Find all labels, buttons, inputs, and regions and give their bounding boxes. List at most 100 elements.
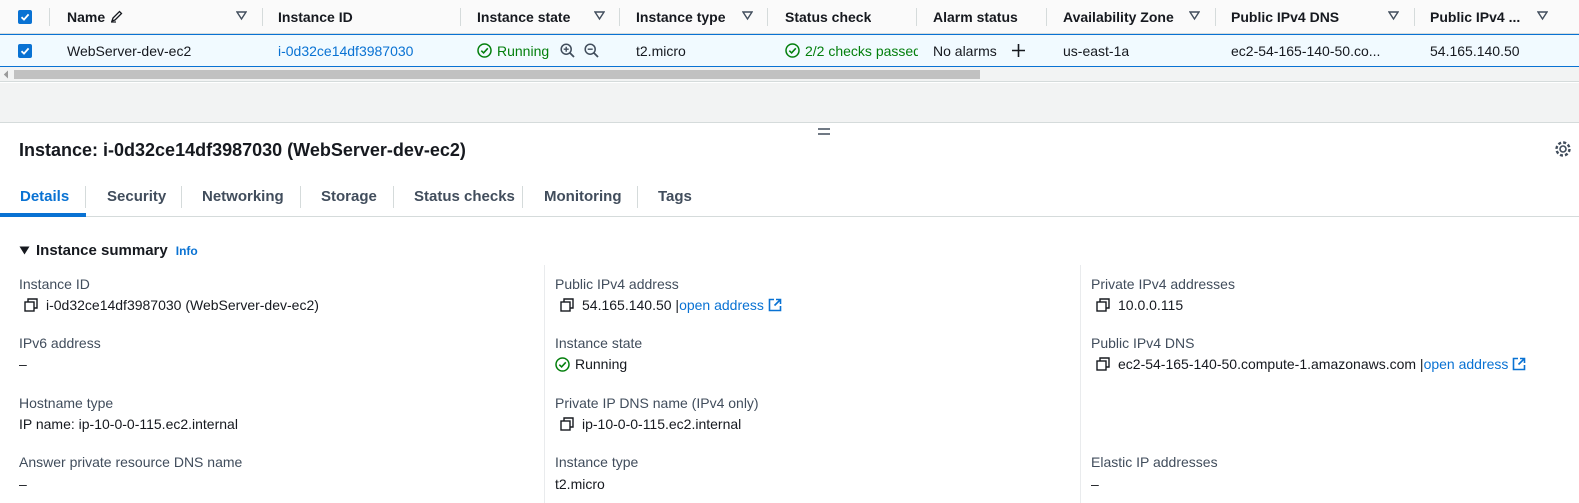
row-checkbox[interactable] xyxy=(18,35,32,66)
copy-icon[interactable] xyxy=(1096,298,1110,312)
elastic-ip-value: – xyxy=(1091,476,1099,492)
tab-monitoring[interactable]: Monitoring xyxy=(544,176,621,217)
gear-icon[interactable] xyxy=(1554,140,1572,158)
sort-icon[interactable] xyxy=(594,10,605,21)
tab-status-checks[interactable]: Status checks xyxy=(414,176,515,217)
table-header: Name Instance ID Instance state Instance… xyxy=(0,0,1579,34)
private-dns-label: Private IP DNS name (IPv4 only) xyxy=(555,395,759,411)
copy-icon[interactable] xyxy=(24,298,38,312)
column-header-label: Instance ID xyxy=(278,8,353,25)
instance-id-link[interactable]: i-0d32ce14df3987030 xyxy=(278,35,413,66)
column-header-availability-zone[interactable]: Availability Zone xyxy=(1063,0,1174,33)
split-panel-gap xyxy=(0,83,1579,123)
zoom-out-icon[interactable] xyxy=(584,35,599,66)
column-header-public-ipv4[interactable]: Public IPv4 ... xyxy=(1430,0,1520,33)
public-dns-label: Public IPv4 DNS xyxy=(1091,335,1195,351)
table-row[interactable]: WebServer-dev-ec2 i-0d32ce14df3987030 Ru… xyxy=(0,34,1579,67)
external-link-icon[interactable] xyxy=(1512,357,1526,371)
cell-availability-zone: us-east-1a xyxy=(1063,42,1130,59)
column-header-public-ipv4-dns[interactable]: Public IPv4 DNS xyxy=(1231,0,1339,33)
edit-pencil-icon xyxy=(110,10,123,23)
column-header-label: Name xyxy=(67,8,106,25)
copy-icon[interactable] xyxy=(560,417,574,431)
answer-dns-value: – xyxy=(19,476,27,492)
sort-icon[interactable] xyxy=(1189,10,1200,21)
hostname-type-value: IP name: ip-10-0-0-115.ec2.internal xyxy=(19,416,238,432)
caret-down-icon xyxy=(19,246,30,255)
ipv6-label: IPv6 address xyxy=(19,335,101,351)
private-ipv4-value: 10.0.0.115 xyxy=(1096,297,1183,313)
elastic-ip-label: Elastic IP addresses xyxy=(1091,454,1218,470)
copy-icon[interactable] xyxy=(1096,357,1110,371)
cell-name: WebServer-dev-ec2 xyxy=(67,42,192,59)
tab-networking[interactable]: Networking xyxy=(202,176,284,217)
zoom-in-icon[interactable] xyxy=(560,35,575,66)
public-ipv4-label: Public IPv4 address xyxy=(555,276,679,292)
public-ipv4-value: 54.165.140.50 | open address xyxy=(560,297,782,313)
status-check-text[interactable]: 2/2 checks passed xyxy=(805,43,918,59)
column-divider xyxy=(544,265,545,503)
tab-security[interactable]: Security xyxy=(107,176,166,217)
instance-id-text: i-0d32ce14df3987030 (WebServer-dev-ec2) xyxy=(46,297,319,313)
check-circle-icon xyxy=(785,43,800,58)
private-ipv4-label: Private IPv4 addresses xyxy=(1091,276,1235,292)
private-dns-value: ip-10-0-0-115.ec2.internal xyxy=(560,416,741,432)
column-header-label: Instance type xyxy=(636,8,726,25)
info-link[interactable]: Info xyxy=(176,244,198,258)
instance-type-value: t2.micro xyxy=(555,476,605,492)
instance-state-text: Running xyxy=(575,356,628,372)
cell-instance-state: Running xyxy=(477,35,549,66)
scrollbar-thumb[interactable] xyxy=(14,70,980,79)
cell-public-ipv4-dns: ec2-54-165-140-50.co... xyxy=(1231,42,1381,59)
column-header-label: Status check xyxy=(785,8,872,25)
column-header-instance-state[interactable]: Instance state xyxy=(477,0,570,33)
scroll-left-icon[interactable] xyxy=(3,70,9,79)
column-header-label: Public IPv4 ... xyxy=(1430,8,1521,25)
open-address-link[interactable]: open address xyxy=(679,297,764,313)
check-circle-icon xyxy=(555,356,570,372)
sort-icon[interactable] xyxy=(1537,10,1548,21)
column-header-label: Instance state xyxy=(477,8,571,25)
tab-storage[interactable]: Storage xyxy=(321,176,377,217)
public-dns-value: ec2-54-165-140-50.compute-1.amazonaws.co… xyxy=(1096,356,1526,372)
column-header-instance-type[interactable]: Instance type xyxy=(636,0,725,33)
answer-dns-label: Answer private resource DNS name xyxy=(19,454,243,470)
tab-details[interactable]: Details xyxy=(20,176,69,217)
public-dns-text: ec2-54-165-140-50.compute-1.amazonaws.co… xyxy=(1118,356,1424,372)
open-address-link[interactable]: open address xyxy=(1424,356,1509,372)
cell-instance-type: t2.micro xyxy=(636,42,686,59)
external-link-icon[interactable] xyxy=(768,298,782,312)
instance-summary-header[interactable]: Instance summary Info xyxy=(19,242,198,259)
column-header-label: Public IPv4 DNS xyxy=(1231,8,1340,25)
details-title: Instance: i-0d32ce14df3987030 (WebServer… xyxy=(19,140,466,160)
select-all-checkbox[interactable] xyxy=(18,0,32,33)
horizontal-scrollbar[interactable] xyxy=(0,67,1579,82)
instance-type-label: Instance type xyxy=(555,454,639,470)
check-circle-icon xyxy=(477,43,492,58)
resize-handle-icon[interactable] xyxy=(817,127,831,136)
column-header-name[interactable]: Name xyxy=(67,0,123,33)
instance-id-label: Instance ID xyxy=(19,276,90,292)
copy-icon[interactable] xyxy=(560,298,574,312)
sort-icon[interactable] xyxy=(236,10,247,21)
active-tab-indicator xyxy=(0,213,86,217)
ipv6-value: – xyxy=(19,356,27,372)
cell-status-check: 2/2 checks passed xyxy=(785,35,918,66)
tab-tags[interactable]: Tags xyxy=(658,176,692,217)
column-header-alarm-status[interactable]: Alarm status xyxy=(933,0,1018,33)
private-ipv4-text: 10.0.0.115 xyxy=(1118,297,1184,313)
instance-id-value: i-0d32ce14df3987030 (WebServer-dev-ec2) xyxy=(24,297,319,313)
hostname-type-label: Hostname type xyxy=(19,395,114,411)
instance-state-label: Instance state xyxy=(555,335,643,351)
instance-state-value: Running xyxy=(555,356,627,372)
sort-icon[interactable] xyxy=(742,10,753,21)
instance-state-text: Running xyxy=(497,42,550,59)
add-alarm-icon[interactable] xyxy=(1011,35,1026,66)
private-dns-text: ip-10-0-0-115.ec2.internal xyxy=(582,416,742,432)
column-header-instance-id[interactable]: Instance ID xyxy=(278,0,353,33)
column-header-label: Alarm status xyxy=(933,8,1018,25)
sort-icon[interactable] xyxy=(1388,10,1399,21)
column-header-status-check[interactable]: Status check xyxy=(785,0,871,33)
public-ipv4-text: 54.165.140.50 | xyxy=(582,297,680,313)
cell-public-ipv4: 54.165.140.50 xyxy=(1430,42,1520,59)
